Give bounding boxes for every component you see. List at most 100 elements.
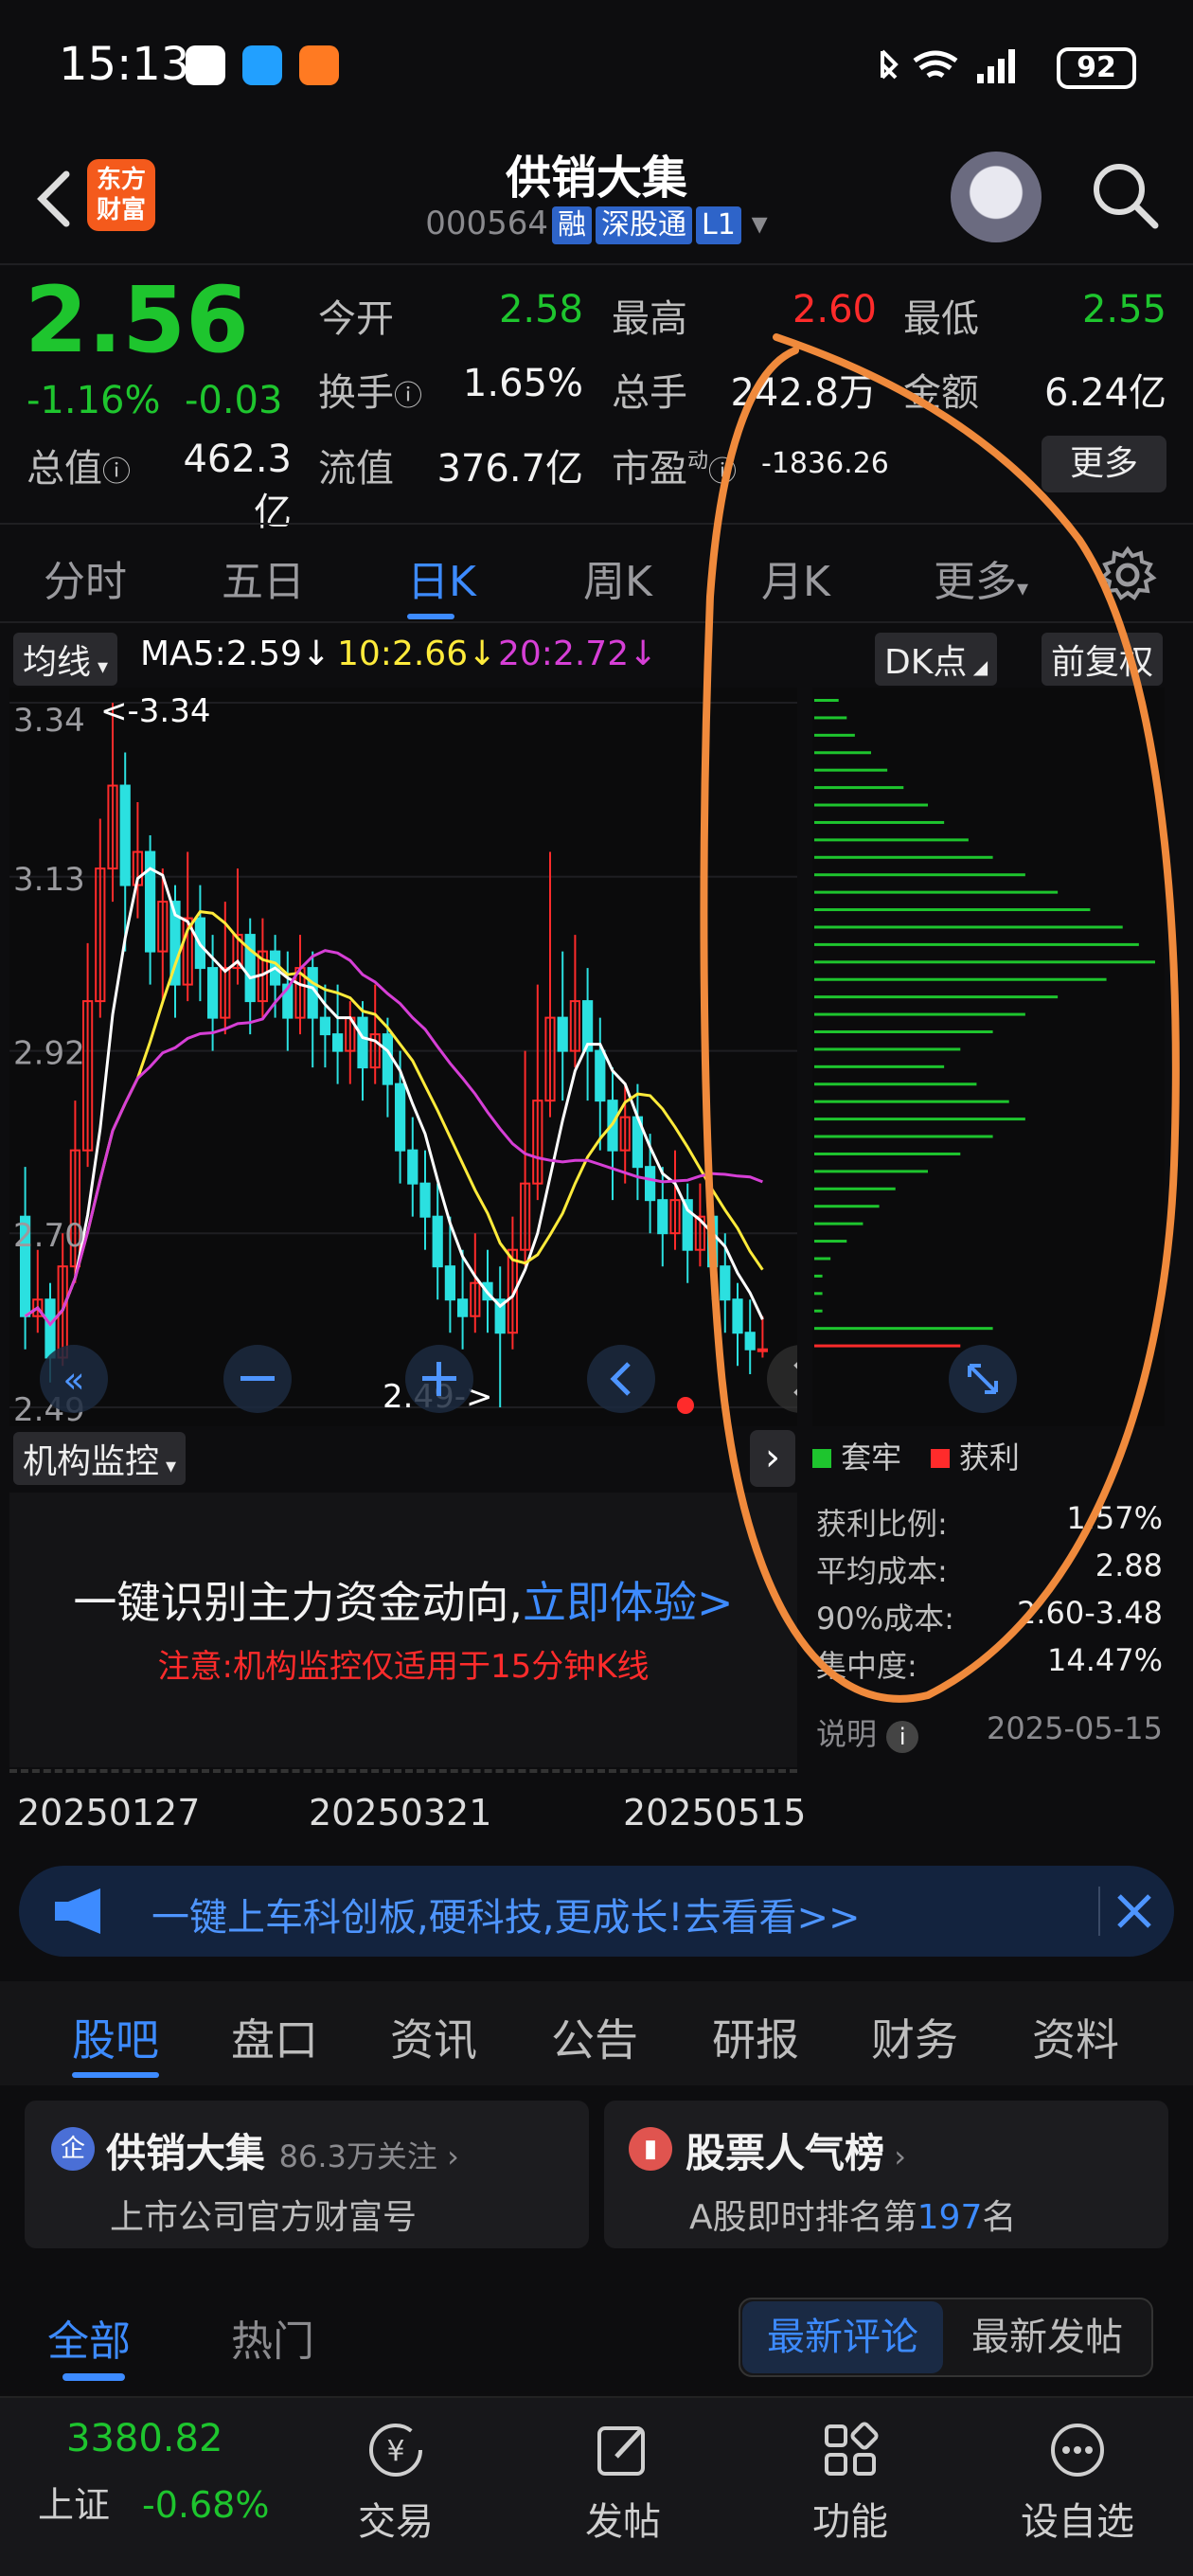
date-tick: 20250321 <box>309 1792 492 1834</box>
active-tab-indicator <box>407 614 454 619</box>
zoom-out-button[interactable] <box>223 1345 292 1413</box>
card-subtitle: A股即时排名第197名 <box>689 2198 1017 2237</box>
active-tab-indicator <box>62 2373 125 2381</box>
monitor-selector[interactable]: 机构监控 ▾ <box>13 1432 187 1485</box>
stock-code: 000564 <box>425 205 549 242</box>
mktcap-value: 462.3亿 <box>183 438 292 534</box>
card-title: 供销大集 86.3万关注 › <box>106 2130 459 2176</box>
candle-body <box>206 967 219 1019</box>
ma10-value: 10:2.66↓ <box>337 635 497 673</box>
candle-body <box>657 1199 668 1235</box>
current-price: 2.56 <box>25 267 249 373</box>
index-name: 上证 <box>38 2484 111 2526</box>
nav-functions[interactable]: 功能 <box>737 2398 964 2546</box>
level-tag: L1 <box>696 206 741 244</box>
turnover-label: 换手ⓘ <box>318 371 422 415</box>
candle-body <box>144 850 156 953</box>
stock-header: 东方 财富 供销大集 000564 融深股通 L1 ▾ <box>0 133 1193 265</box>
candle-body <box>432 1215 443 1268</box>
kline-chart[interactable]: 3.343.132.922.702.49 <-3.34 2.49-> « <box>9 688 797 1426</box>
candle-body <box>419 1182 431 1218</box>
zoom-in-button[interactable] <box>405 1345 473 1413</box>
candle-body <box>357 1016 368 1069</box>
latest-comment-button[interactable]: 最新评论 <box>742 2301 943 2373</box>
candle-body <box>45 1298 56 1359</box>
grid-apps-icon <box>825 2422 879 2476</box>
zoom-out-far-button[interactable]: « <box>40 1345 108 1413</box>
tab-daily-k[interactable]: 日K <box>407 547 476 608</box>
tab-announcements[interactable]: 公告 <box>551 2006 638 2068</box>
candle-body <box>407 1149 418 1185</box>
scroll-left-button[interactable] <box>587 1345 655 1413</box>
svg-text:¥: ¥ <box>386 2435 404 2468</box>
tab-research[interactable]: 研报 <box>712 2006 799 2068</box>
ma5-value: MA5:2.59↓ <box>140 635 331 673</box>
company-badge-icon: 企 <box>51 2127 95 2171</box>
y-tick-label: 2.92 <box>13 1035 85 1073</box>
status-time: 15:13 <box>59 38 190 91</box>
tab-five-day[interactable]: 五日 <box>222 547 305 608</box>
ma20-value: 20:2.72↓ <box>498 635 658 673</box>
candle-body <box>244 934 256 1003</box>
promo-banner[interactable]: 一键上车科创板,硬科技,更成长!去看看>> <box>19 1866 1174 1957</box>
nav-watchlist[interactable]: 设自选 <box>964 2398 1191 2546</box>
candle-body <box>319 1016 331 1036</box>
candle-body <box>382 1033 394 1085</box>
more-dots-icon <box>1051 2424 1104 2477</box>
tab-intraday[interactable]: 分时 <box>44 547 127 608</box>
trade-yen-icon: ¥ <box>369 2424 422 2477</box>
popularity-card[interactable]: ▮ 股票人气榜 › A股即时排名第197名 <box>604 2101 1168 2248</box>
edit-post-icon <box>597 2426 645 2476</box>
svg-text:«: « <box>62 1359 84 1401</box>
volume-label: 总手 <box>612 371 687 415</box>
sort-toggle: 最新评论 最新发帖 <box>739 2298 1153 2377</box>
search-icon[interactable] <box>1087 157 1163 233</box>
connect-tag: 深股通 <box>596 206 693 244</box>
tab-hot[interactable]: 热门 <box>231 2307 314 2368</box>
ma-selector[interactable]: 均线 ▾ <box>13 633 118 686</box>
open-value: 2.58 <box>498 288 583 331</box>
info-icon[interactable]: ⓘ <box>394 380 422 413</box>
mktcap-label: 总值ⓘ <box>27 447 131 491</box>
card-title: 股票人气榜 › <box>686 2130 906 2176</box>
tab-guba[interactable]: 股吧 <box>72 2006 159 2068</box>
tab-profile[interactable]: 资料 <box>1032 2006 1119 2068</box>
nav-post[interactable]: 发帖 <box>509 2398 737 2546</box>
date-tick: 20250127 <box>17 1792 201 1834</box>
divider <box>1098 1887 1100 1936</box>
section-tabs: 股吧 盘口 资讯 公告 研报 财务 资料 <box>0 1981 1193 2085</box>
y-tick-label: 3.34 <box>13 702 85 740</box>
connectivity-icons <box>881 49 1015 83</box>
monitor-main-text: 一键识别主力资金动向,立即体验> <box>73 1577 734 1628</box>
high-label: 最高 <box>612 297 687 341</box>
close-icon[interactable] <box>1108 1885 1161 1938</box>
y-tick-label: 2.70 <box>13 1217 85 1255</box>
tab-all[interactable]: 全部 <box>47 2307 131 2368</box>
banner-text: 一键上车科创板,硬科技,更成长!去看看>> <box>151 1896 861 1940</box>
info-icon[interactable]: ⓘ <box>102 456 131 489</box>
float-value: 376.7亿 <box>436 447 583 491</box>
institution-monitor-panel: 一键识别主力资金动向,立即体验> 注意:机构监控仅适用于15分钟K线 <box>9 1493 797 1767</box>
messenger-icon <box>242 45 282 85</box>
ranking-chart-icon: ▮ <box>629 2127 672 2171</box>
turnover-value: 1.65% <box>462 362 583 405</box>
float-label: 流值 <box>318 447 394 491</box>
megaphone-icon <box>55 1888 100 1934</box>
change-percent: -1.16% <box>27 379 161 422</box>
nav-trade[interactable]: ¥ 交易 <box>282 2398 509 2546</box>
change-amount: -0.03 <box>184 379 283 422</box>
index-ticker[interactable]: 3380.82 上证 -0.68% <box>19 2417 303 2528</box>
open-label: 今开 <box>318 297 394 341</box>
monitor-note: 注意:机构监控仅适用于15分钟K线 <box>157 1648 650 1686</box>
tab-news[interactable]: 资讯 <box>390 2006 477 2068</box>
candle-body <box>331 1033 344 1052</box>
assistant-robot-icon[interactable] <box>951 152 1042 242</box>
hand-drawn-circle <box>700 333 1180 1703</box>
latest-post-button[interactable]: 最新发帖 <box>947 2301 1148 2373</box>
max-price-label: <-3.34 <box>100 692 210 730</box>
tab-finance[interactable]: 财务 <box>871 2006 958 2068</box>
official-account-card[interactable]: 企 供销大集 86.3万关注 › 上市公司官方财富号 <box>25 2101 589 2248</box>
tab-pankou[interactable]: 盘口 <box>231 2006 318 2068</box>
tab-weekly-k[interactable]: 周K <box>583 547 652 608</box>
candle-body <box>557 1016 568 1052</box>
